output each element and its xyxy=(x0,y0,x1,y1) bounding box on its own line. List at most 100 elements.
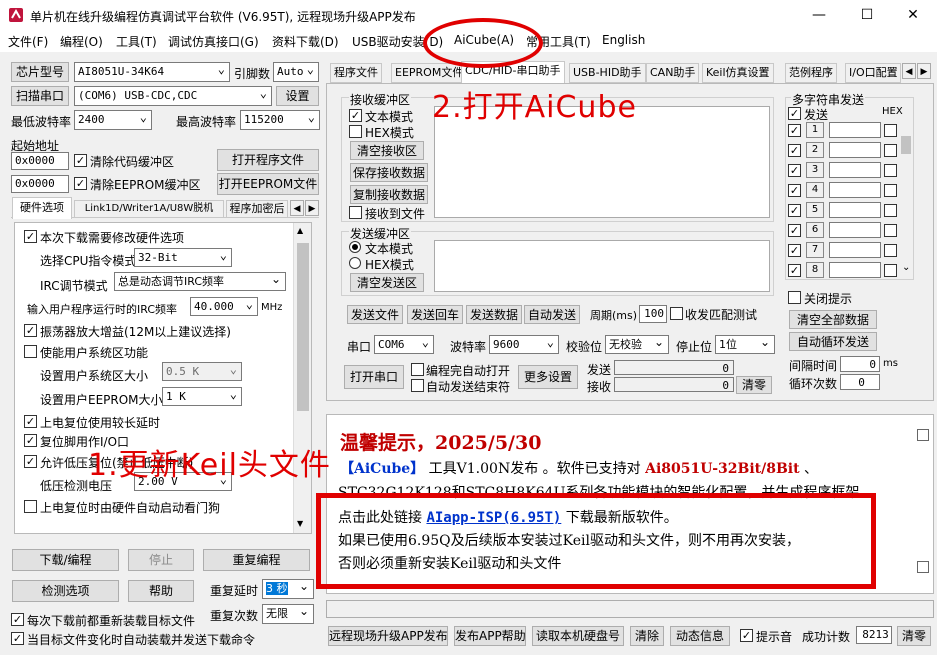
close-tips-checkbox[interactable] xyxy=(788,291,801,304)
user-area-size-select[interactable]: 0.5 K xyxy=(162,362,242,381)
detect-options-button[interactable]: 检测选项 xyxy=(12,580,119,602)
save-recv-button[interactable]: 保存接收数据 xyxy=(350,163,428,182)
settings-button[interactable]: 设置 xyxy=(276,86,319,106)
recv-to-file-checkbox[interactable] xyxy=(349,206,362,219)
long-reset-checkbox[interactable]: ✓ xyxy=(24,415,37,428)
auto-reload-checkbox[interactable]: ✓ xyxy=(11,632,24,645)
notice-scroll-up-icon[interactable] xyxy=(917,429,929,441)
beep-checkbox[interactable]: ✓ xyxy=(740,629,753,642)
recv-text-mode-checkbox[interactable]: ✓ xyxy=(349,109,362,122)
multi-row-checkbox[interactable]: ✓ xyxy=(788,184,801,197)
auto-end-checkbox[interactable] xyxy=(411,379,424,392)
send-textarea[interactable] xyxy=(434,240,770,292)
multi-row-input[interactable] xyxy=(829,122,881,138)
scan-port-button[interactable]: 扫描串口 xyxy=(11,86,69,106)
loop-count-input[interactable]: 0 xyxy=(840,374,880,390)
menu-english[interactable]: English xyxy=(602,33,645,47)
help-button[interactable]: 帮助 xyxy=(128,580,194,602)
minimize-icon[interactable]: — xyxy=(804,4,834,26)
interval-input[interactable]: 0 xyxy=(840,356,880,372)
notice-scrollbar[interactable] xyxy=(915,415,933,593)
multi-row-send-button[interactable]: 1 xyxy=(806,122,824,138)
multi-row-input[interactable] xyxy=(829,142,881,158)
multi-row-hex-checkbox[interactable] xyxy=(884,244,897,257)
send-enter-button[interactable]: 发送回车 xyxy=(407,305,463,324)
eeprom-size-select[interactable]: 1 K xyxy=(162,387,242,406)
open-port-button[interactable]: 打开串口 xyxy=(344,365,404,389)
read-disk-button[interactable]: 读取本机硬盘号 xyxy=(532,626,624,646)
pins-select[interactable]: Auto xyxy=(273,62,319,82)
tab-right-arrow-icon[interactable]: ▶ xyxy=(305,200,319,216)
multi-row-send-button[interactable]: 6 xyxy=(806,222,824,238)
notice-scroll-down-icon[interactable] xyxy=(917,561,929,573)
multi-row-send-button[interactable]: 5 xyxy=(806,202,824,218)
clear-send-button[interactable]: 清空发送区 xyxy=(350,273,424,292)
multi-row-input[interactable] xyxy=(829,242,881,258)
stop-button[interactable]: 停止 xyxy=(128,549,194,571)
clear-all-button[interactable]: 清空全部数据 xyxy=(789,310,877,329)
tab-io-config[interactable]: I/O口配置 xyxy=(845,63,901,83)
download-button[interactable]: 下载/编程 xyxy=(12,549,119,571)
publish-help-button[interactable]: 发布APP帮助 xyxy=(454,626,526,646)
multi-row-input[interactable] xyxy=(829,222,881,238)
close-icon[interactable]: ✕ xyxy=(898,4,928,26)
tab-can[interactable]: CAN助手 xyxy=(646,63,700,83)
clear-count-button[interactable]: 清零 xyxy=(897,626,931,646)
user-area-checkbox[interactable] xyxy=(24,345,37,358)
scroll-thumb[interactable] xyxy=(297,243,309,411)
tab-examples[interactable]: 范例程序 xyxy=(785,63,837,83)
multi-row-send-button[interactable]: 4 xyxy=(806,182,824,198)
multi-scroll-down-icon[interactable]: ⌄ xyxy=(902,262,910,273)
maximize-icon[interactable]: ☐ xyxy=(852,4,882,26)
multi-row-checkbox[interactable]: ✓ xyxy=(788,244,801,257)
chip-model-select[interactable]: AI8051U-34K64 xyxy=(74,62,230,82)
scroll-down-icon[interactable]: ▼ xyxy=(297,519,303,528)
max-baud-select[interactable]: 115200 xyxy=(240,110,320,130)
multi-row-send-button[interactable]: 8 xyxy=(806,262,824,278)
repeat-count-select[interactable]: 无限 xyxy=(262,604,314,624)
multi-row-input[interactable] xyxy=(829,262,881,278)
multi-row-hex-checkbox[interactable] xyxy=(884,144,897,157)
copy-recv-button[interactable]: 复制接收数据 xyxy=(350,185,428,204)
stopbits-select[interactable]: 1位 xyxy=(715,335,775,354)
clear-recv-button[interactable]: 清空接收区 xyxy=(350,141,424,160)
clear-button[interactable]: 清除 xyxy=(630,626,664,646)
code-address-input[interactable]: 0x0000 xyxy=(11,152,69,170)
multi-row-input[interactable] xyxy=(829,202,881,218)
multi-scroll-thumb[interactable] xyxy=(901,136,911,154)
menu-downloads[interactable]: 资料下载(D) xyxy=(272,33,339,50)
tab-hardware-options[interactable]: 硬件选项 xyxy=(12,197,72,219)
parity-select[interactable]: 无校验 xyxy=(605,335,669,354)
auto-loop-button[interactable]: 自动循环发送 xyxy=(789,332,877,351)
baud-select[interactable]: 9600 xyxy=(489,335,559,354)
multi-row-hex-checkbox[interactable] xyxy=(884,164,897,177)
repeat-delay-select[interactable]: 3 秒 xyxy=(262,579,314,599)
multi-row-hex-checkbox[interactable] xyxy=(884,204,897,217)
multi-row-checkbox[interactable]: ✓ xyxy=(788,224,801,237)
reload-each-checkbox[interactable]: ✓ xyxy=(11,613,24,626)
match-test-checkbox[interactable] xyxy=(670,307,683,320)
cpu-mode-select[interactable]: 32-Bit xyxy=(134,248,232,267)
right-tab-right-icon[interactable]: ▶ xyxy=(917,63,931,79)
serial-port-select[interactable]: COM6 xyxy=(374,335,434,354)
more-settings-button[interactable]: 更多设置 xyxy=(518,365,578,389)
reprogram-button[interactable]: 重复编程 xyxy=(203,549,310,571)
tab-program-file[interactable]: 程序文件 xyxy=(330,63,382,83)
multi-row-input[interactable] xyxy=(829,182,881,198)
multi-row-send-button[interactable]: 3 xyxy=(806,162,824,178)
eeprom-address-input[interactable]: 0x0000 xyxy=(11,175,69,193)
tab-left-arrow-icon[interactable]: ◀ xyxy=(290,200,304,216)
dynamic-info-button[interactable]: 动态信息 xyxy=(670,626,730,646)
period-input[interactable]: 100 xyxy=(639,305,667,323)
port-select[interactable]: (COM6) USB-CDC,CDC xyxy=(74,86,272,106)
tab-usb-hid[interactable]: USB-HID助手 xyxy=(569,63,646,83)
multi-row-input[interactable] xyxy=(829,162,881,178)
multi-row-checkbox[interactable]: ✓ xyxy=(788,144,801,157)
auto-send-button[interactable]: 自动发送 xyxy=(524,305,580,324)
tab-keil-sim[interactable]: Keil仿真设置 xyxy=(702,63,774,83)
irc-freq-input[interactable]: 40.000 xyxy=(190,297,258,316)
send-hex-mode-radio[interactable] xyxy=(349,257,361,269)
modify-hw-checkbox[interactable]: ✓ xyxy=(24,230,37,243)
menu-tools[interactable]: 工具(T) xyxy=(116,33,157,50)
lvd-reset-checkbox[interactable]: ✓ xyxy=(24,455,37,468)
